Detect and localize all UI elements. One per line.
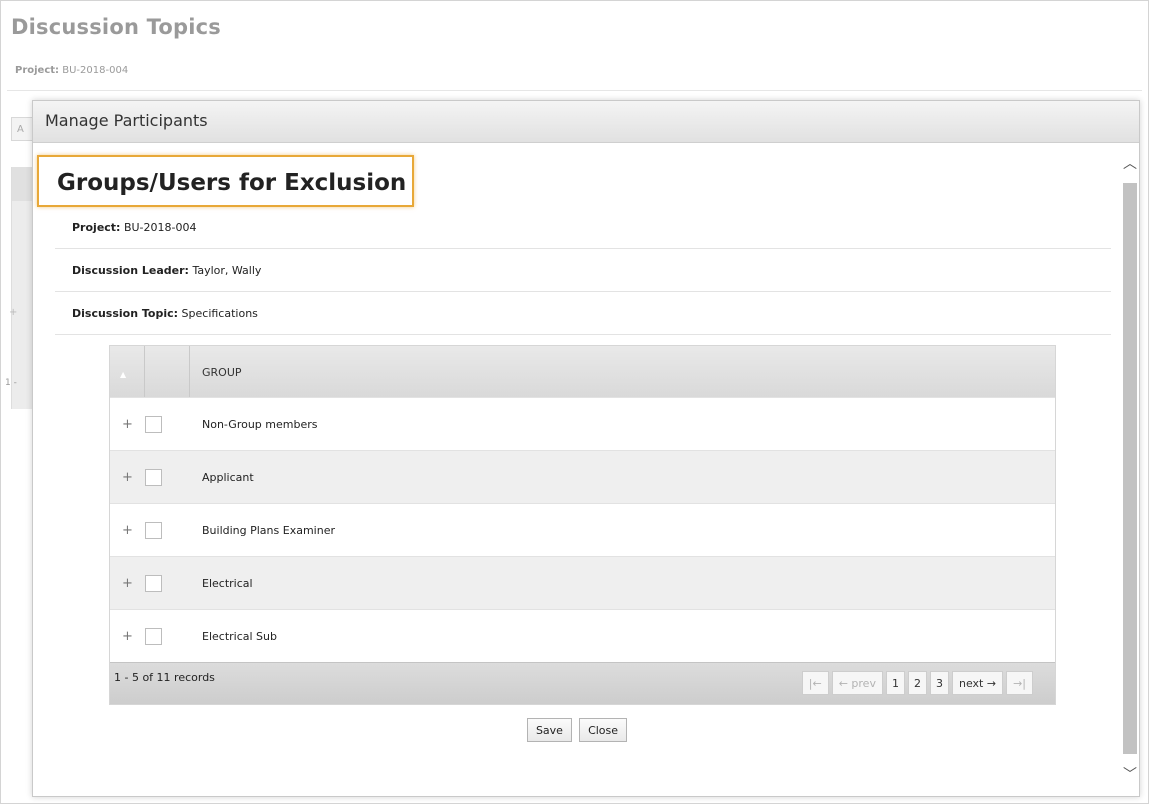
chevron-up-icon[interactable]: ︿ — [1121, 151, 1139, 177]
page-2-button[interactable]: 2 — [907, 671, 927, 695]
row-checkbox[interactable] — [145, 574, 162, 592]
expand-icon[interactable]: + — [110, 629, 145, 644]
group-name: Applicant — [202, 470, 254, 484]
background-grid — [11, 167, 33, 409]
sort-icon[interactable]: ▲ — [110, 346, 145, 397]
table-row: + Applicant — [110, 450, 1055, 503]
page-3-button[interactable]: 3 — [929, 671, 949, 695]
vertical-scrollbar[interactable]: ︿ ﹀ — [1121, 143, 1139, 796]
group-name: Non-Group members — [202, 417, 318, 431]
row-checkbox[interactable] — [145, 468, 162, 486]
expand-icon[interactable]: + — [110, 417, 145, 432]
table-row: + Electrical — [110, 556, 1055, 609]
last-page-button[interactable]: →| — [1006, 671, 1033, 695]
next-page-button[interactable]: next → — [951, 671, 1004, 695]
dialog-body: Groups/Users for Exclusion Project: BU-2… — [33, 143, 1121, 796]
expand-icon[interactable]: + — [110, 470, 145, 485]
manage-participants-dialog: Manage Participants Groups/Users for Exc… — [32, 100, 1140, 797]
select-column-header — [145, 346, 190, 397]
section-title: Groups/Users for Exclusion — [37, 155, 414, 207]
group-name: Electrical — [202, 576, 253, 590]
info-label: Project: — [72, 221, 121, 234]
dialog-actions: Save Close — [33, 718, 1121, 742]
background-records-text: 1 - — [5, 378, 17, 388]
info-value: BU-2018-004 — [123, 221, 197, 234]
info-value: Taylor, Wally — [192, 264, 262, 277]
page-divider — [7, 90, 1142, 91]
records-count: 1 - 5 of 11 records — [114, 671, 215, 684]
table-row: + Non-Group members — [110, 397, 1055, 450]
app-window: Discussion Topics Project: BU-2018-004 A… — [0, 0, 1149, 804]
row-checkbox[interactable] — [145, 521, 162, 539]
first-page-button[interactable]: |← — [801, 671, 829, 695]
row-checkbox[interactable] — [145, 415, 162, 433]
group-name: Electrical Sub — [202, 629, 277, 643]
expand-icon[interactable]: + — [110, 523, 145, 538]
page-project-label: Project: — [15, 65, 60, 76]
groups-grid: ▲ GROUP + Non-Group members + Applicant … — [109, 345, 1056, 705]
info-row-project: Project: BU-2018-004 — [55, 206, 1111, 249]
close-button[interactable]: Close — [579, 718, 628, 742]
info-row-topic: Discussion Topic: Specifications — [55, 292, 1111, 335]
table-row: + Electrical Sub — [110, 609, 1055, 662]
info-label: Discussion Topic: — [72, 307, 179, 320]
expand-icon[interactable]: + — [110, 576, 145, 591]
pagination: |← ← prev 1 2 3 next → →| — [801, 671, 1033, 695]
background-expand-icon: + — [9, 307, 18, 318]
info-row-leader: Discussion Leader: Taylor, Wally — [55, 249, 1111, 292]
dialog-title: Manage Participants — [33, 101, 1139, 143]
group-name: Building Plans Examiner — [202, 523, 335, 537]
grid-pager: 1 - 5 of 11 records |← ← prev 1 2 3 next… — [110, 662, 1055, 704]
page-1-button[interactable]: 1 — [885, 671, 905, 695]
page-project-value: BU-2018-004 — [62, 65, 129, 76]
prev-page-button[interactable]: ← prev — [831, 671, 883, 695]
row-checkbox[interactable] — [145, 627, 162, 645]
save-button[interactable]: Save — [526, 718, 572, 742]
info-label: Discussion Leader: — [72, 264, 189, 277]
scrollbar-thumb[interactable] — [1123, 183, 1137, 754]
table-row: + Building Plans Examiner — [110, 503, 1055, 556]
page-project-line: Project: BU-2018-004 — [15, 65, 128, 76]
page-title: Discussion Topics — [11, 15, 221, 39]
info-value: Specifications — [181, 307, 258, 320]
grid-header: ▲ GROUP — [110, 346, 1055, 397]
group-column-header[interactable]: GROUP — [190, 346, 1055, 397]
chevron-down-icon[interactable]: ﹀ — [1121, 762, 1139, 788]
